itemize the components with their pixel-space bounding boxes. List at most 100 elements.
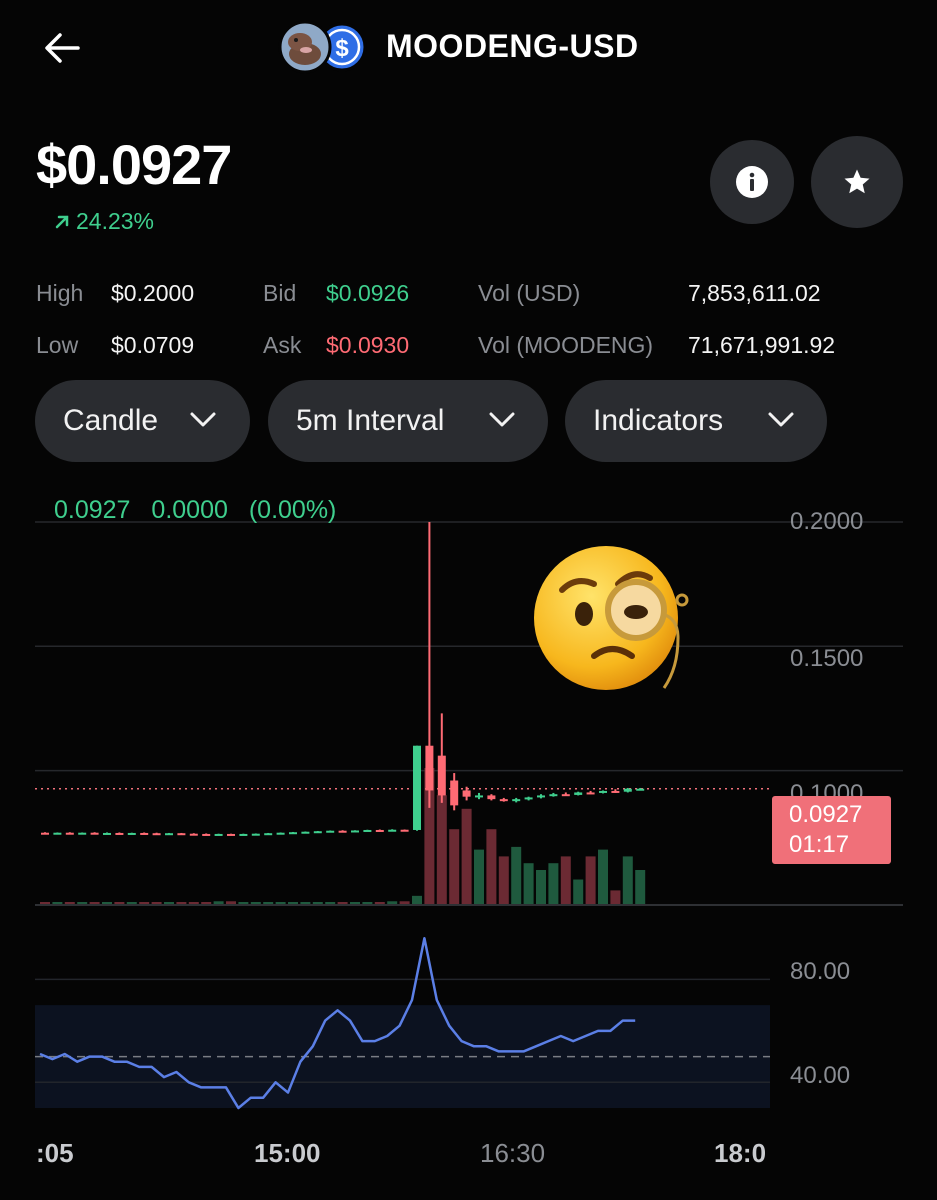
candle-body (623, 788, 632, 792)
x-tick-label: 16:30 (480, 1138, 546, 1168)
candle-body (599, 790, 607, 793)
volume-bar (523, 863, 534, 904)
rsi-y-tick-label: 40.00 (790, 1062, 851, 1089)
y-tick-label: 0.1500 (790, 645, 864, 672)
volume-bar (337, 902, 348, 904)
candle-body (65, 832, 74, 835)
candle-body (512, 799, 521, 802)
volume-bar (188, 902, 199, 904)
candle-body (450, 780, 459, 806)
candle-body (140, 832, 149, 835)
candle-body (388, 829, 397, 832)
volume-bar (201, 902, 212, 904)
volume-bar (288, 902, 298, 904)
volume-bar (164, 902, 174, 904)
low-label: Low (36, 332, 79, 358)
volume-bar (312, 902, 323, 904)
moodeng-coin-icon (278, 20, 332, 74)
volume-bar (250, 902, 261, 904)
candle-body (53, 832, 62, 835)
candle-body (351, 830, 359, 833)
volume-bar (436, 795, 447, 904)
candle-body (363, 829, 372, 832)
volume-bar (560, 856, 571, 904)
info-icon (736, 166, 768, 198)
candle-body (189, 833, 198, 836)
volume-bar (139, 902, 150, 904)
vol-usd-value: 7,853,611.02 (688, 280, 821, 306)
candle-body (425, 745, 434, 791)
ask-value: $0.0930 (326, 332, 410, 358)
volume-bar (40, 902, 50, 904)
candle-body (90, 832, 99, 835)
candle-body (276, 832, 285, 835)
candle-body (177, 833, 186, 836)
candle-body (301, 831, 310, 834)
chevron-down-icon (489, 412, 515, 427)
legend-change: 0.0000 (151, 496, 228, 524)
candle-body (115, 832, 124, 835)
volume-bar (275, 902, 286, 904)
volume-bar (238, 902, 249, 904)
candle-body (227, 833, 235, 836)
chart-type-select[interactable]: Candle (35, 380, 250, 462)
candle-body (475, 795, 483, 798)
volume-bar (498, 856, 509, 904)
chevron-down-icon (190, 412, 216, 427)
volume-bar (622, 856, 633, 904)
candle-body (251, 833, 260, 836)
volume-bar (585, 856, 596, 904)
chart-type-label: Candle (63, 404, 159, 437)
volume-bar (226, 901, 236, 904)
watchlist-star-button[interactable] (811, 136, 903, 228)
volume-bar (387, 901, 398, 904)
arrow-left-icon[interactable] (40, 26, 84, 70)
volume-bar (126, 902, 137, 904)
high-value: $0.2000 (111, 280, 195, 306)
legend-change-pct: (0.00%) (248, 496, 337, 524)
candle-body (289, 832, 297, 835)
interval-select[interactable]: 5m Interval (268, 380, 548, 462)
volume-bar (536, 870, 546, 904)
candle-body (400, 829, 409, 832)
price-change-value: 24.23% (76, 208, 155, 234)
volume-bar (350, 902, 360, 904)
high-label: High (36, 280, 84, 306)
current-price: $0.0927 (36, 133, 232, 196)
volume-bar (263, 902, 274, 904)
interval-label: 5m Interval (296, 404, 445, 437)
volume-bar (374, 902, 385, 904)
bid-value: $0.0926 (326, 280, 410, 306)
volume-bar (635, 870, 646, 904)
candle-body (549, 794, 558, 797)
volume-bar (102, 902, 112, 904)
candle-body (487, 795, 496, 800)
chevron-down-icon (768, 412, 794, 427)
y-tick-label: 0.2000 (790, 508, 864, 535)
volume-bar (573, 879, 584, 904)
coin-icons: $ (278, 20, 367, 74)
indicators-select[interactable]: Indicators (565, 380, 827, 462)
rsi-y-tick-label: 80.00 (790, 958, 851, 985)
candle-body (103, 832, 111, 835)
svg-text:$: $ (335, 35, 349, 62)
info-button[interactable] (710, 140, 794, 224)
legend-price: 0.0927 (54, 496, 131, 524)
current-price-tag-value: 0.0927 (789, 801, 863, 828)
candle-body (338, 830, 347, 833)
volume-bar (548, 863, 559, 904)
candle-countdown: 01:17 (789, 831, 850, 858)
x-tick-label: :05 (36, 1138, 74, 1168)
vol-coin-value: 71,671,991.92 (688, 332, 836, 358)
candle-body (264, 833, 273, 836)
volume-bar (449, 829, 460, 904)
volume-bar (89, 902, 100, 904)
candle-body (326, 830, 335, 833)
star-icon (844, 169, 870, 194)
volume-bar (77, 902, 88, 904)
indicators-label: Indicators (593, 404, 724, 437)
candle-body (586, 792, 595, 795)
vol-coin-label: Vol (MOODENG) (478, 332, 654, 358)
candle-body (561, 794, 570, 797)
volume-bar (610, 890, 621, 904)
